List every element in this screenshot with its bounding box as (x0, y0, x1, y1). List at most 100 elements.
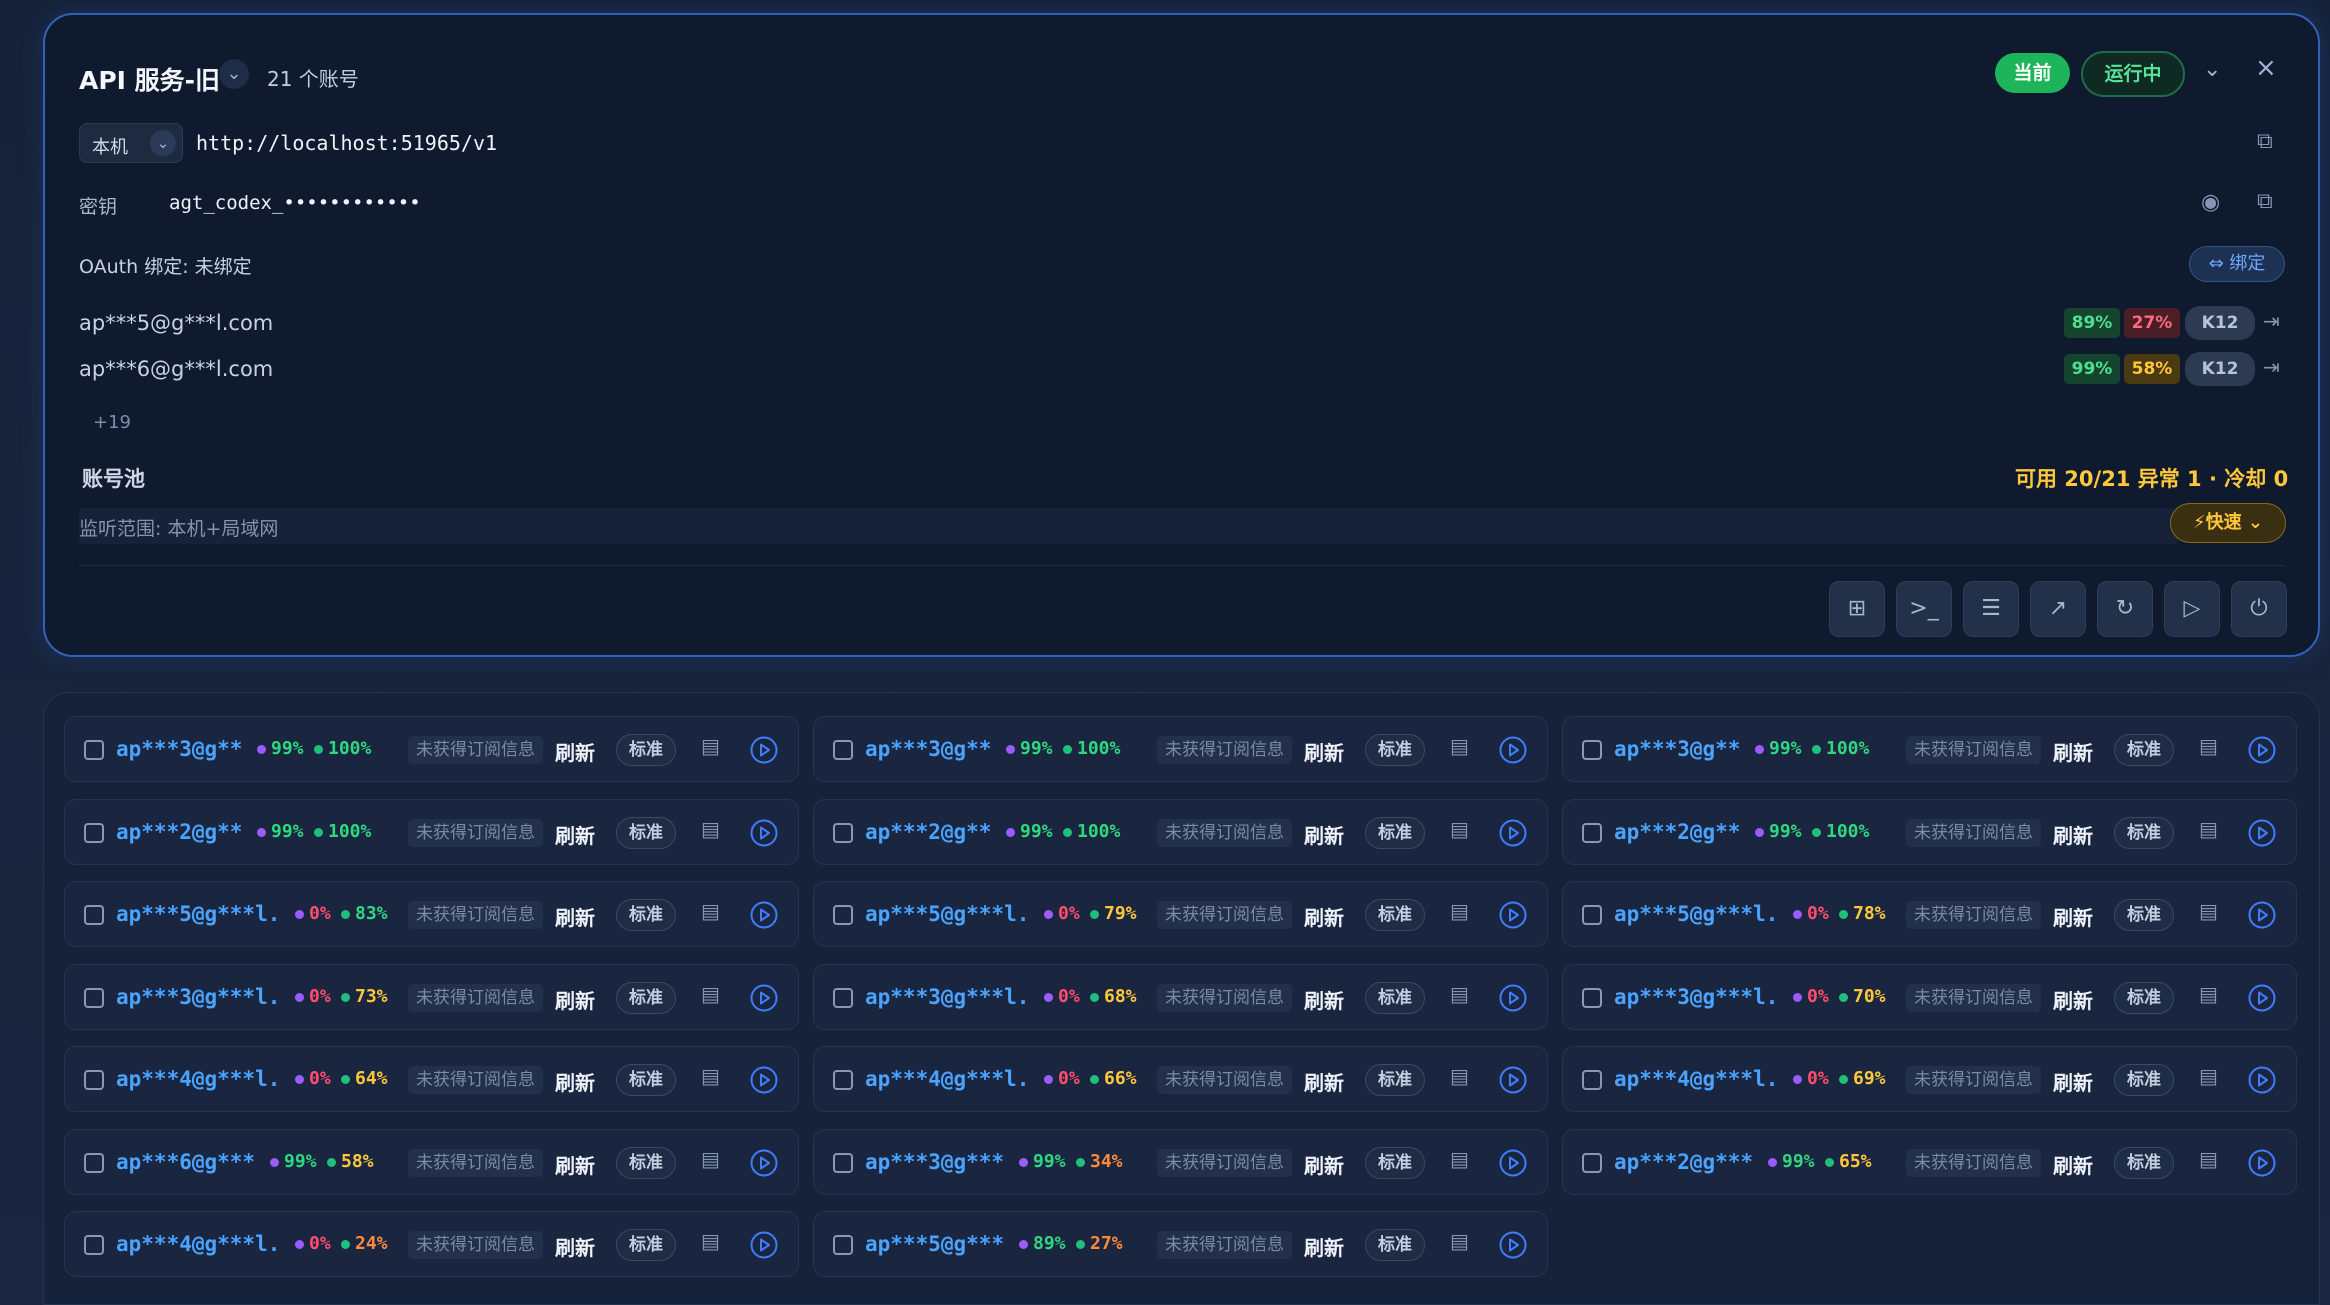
standard-button[interactable]: 标准 (616, 899, 676, 931)
document-icon[interactable]: ▤ (701, 817, 720, 841)
eye-icon[interactable]: ◉ (2201, 190, 2220, 215)
play-icon[interactable] (750, 984, 778, 1012)
select-checkbox[interactable] (1582, 987, 1602, 1008)
document-icon[interactable]: ▤ (701, 899, 720, 923)
select-checkbox[interactable] (84, 1235, 104, 1255)
account-card[interactable]: ap***3@g***l. 0% 73% 未获得订阅信息 刷新 标准 ▤ (64, 963, 799, 1030)
account-name[interactable]: ap***3@g** (116, 737, 242, 761)
play-icon[interactable] (1499, 901, 1527, 929)
play-icon[interactable] (1499, 1066, 1527, 1094)
select-checkbox[interactable] (833, 1152, 853, 1173)
account-name[interactable]: ap***4@g***l. (865, 1067, 1029, 1091)
account-name[interactable]: ap***5@g*** (865, 1232, 1004, 1256)
document-icon[interactable]: ▤ (2199, 817, 2218, 841)
play-icon[interactable] (2248, 819, 2276, 847)
logout-icon[interactable]: ⇥ (2263, 309, 2280, 333)
play-icon[interactable] (2248, 1149, 2276, 1177)
account-card[interactable]: ap***2@g*** 99% 65% 未获得订阅信息 刷新 标准 ▤ (1562, 1128, 2297, 1195)
standard-button[interactable]: 标准 (2114, 981, 2174, 1014)
database-icon[interactable]: ☰ (1963, 581, 2019, 637)
account-name[interactable]: ap***4@g***l. (1614, 1067, 1778, 1091)
document-icon[interactable]: ▤ (701, 982, 720, 1006)
select-checkbox[interactable] (84, 905, 104, 925)
fast-mode-button[interactable]: ⚡快速 ⌄ (2170, 503, 2286, 543)
copy-url-icon[interactable]: ⧉ (2257, 129, 2273, 154)
standard-button[interactable]: 标准 (616, 1229, 676, 1261)
select-checkbox[interactable] (833, 905, 853, 925)
account-name[interactable]: ap***2@g** (1614, 820, 1740, 844)
standard-button[interactable]: 标准 (2114, 1064, 2174, 1096)
refresh-button[interactable]: 刷新 (1304, 1150, 1344, 1179)
select-checkbox[interactable] (833, 740, 853, 760)
account-name[interactable]: ap***3@g***l. (116, 985, 280, 1009)
document-icon[interactable]: ▤ (1450, 1147, 1469, 1171)
collapse-chevron-icon[interactable]: ⌄ (2203, 57, 2221, 82)
document-icon[interactable]: ▤ (2199, 982, 2218, 1006)
play-icon[interactable] (750, 1231, 778, 1259)
account-name[interactable]: ap***2@g*** (1614, 1150, 1753, 1174)
standard-button[interactable]: 标准 (2114, 816, 2174, 849)
select-checkbox[interactable] (833, 1235, 853, 1255)
terminal-icon[interactable]: >_ (1896, 581, 1952, 637)
account-card[interactable]: ap***3@g** 99% 100% 未获得订阅信息 刷新 标准 ▤ (813, 716, 1548, 782)
refresh-button[interactable]: 刷新 (1304, 1067, 1344, 1096)
select-checkbox[interactable] (84, 987, 104, 1008)
account-name[interactable]: ap***2@g** (116, 820, 242, 844)
account-card[interactable]: ap***2@g** 99% 100% 未获得订阅信息 刷新 标准 ▤ (1562, 798, 2297, 865)
document-icon[interactable]: ▤ (2199, 1064, 2218, 1088)
account-card[interactable]: ap***4@g***l. 0% 24% 未获得订阅信息 刷新 标准 ▤ (64, 1211, 799, 1277)
select-checkbox[interactable] (84, 1070, 104, 1090)
select-checkbox[interactable] (1582, 905, 1602, 925)
select-checkbox[interactable] (1582, 822, 1602, 843)
standard-button[interactable]: 标准 (2114, 1146, 2174, 1179)
account-name[interactable]: ap***3@g***l. (865, 985, 1029, 1009)
select-checkbox[interactable] (1582, 1070, 1602, 1090)
account-card[interactable]: ap***4@g***l. 0% 64% 未获得订阅信息 刷新 标准 ▤ (64, 1046, 799, 1112)
account-name[interactable]: ap***5@g***l. (865, 902, 1029, 926)
account-name[interactable]: ap***5@g***l. (1614, 902, 1778, 926)
account-card[interactable]: ap***2@g** 99% 100% 未获得订阅信息 刷新 标准 ▤ (813, 798, 1548, 865)
refresh-button[interactable]: 刷新 (1304, 902, 1344, 931)
account-card[interactable]: ap***3@g***l. 0% 68% 未获得订阅信息 刷新 标准 ▤ (813, 963, 1548, 1030)
refresh-button[interactable]: 刷新 (1304, 985, 1344, 1014)
account-name[interactable]: ap***6@g*** (116, 1150, 255, 1174)
standard-button[interactable]: 标准 (1365, 899, 1425, 931)
play-icon[interactable] (2248, 984, 2276, 1012)
refresh-button[interactable]: 刷新 (555, 737, 595, 766)
document-icon[interactable]: ▤ (2199, 1147, 2218, 1171)
refresh-button[interactable]: 刷新 (2053, 902, 2093, 931)
account-name[interactable]: ap***4@g***l. (116, 1067, 280, 1091)
play-icon[interactable] (750, 819, 778, 847)
listen-scope-field[interactable]: 监听范围: 本机+局域网 (79, 508, 2179, 544)
play-icon[interactable] (750, 1149, 778, 1177)
document-icon[interactable]: ▤ (701, 734, 720, 758)
document-icon[interactable]: ▤ (701, 1229, 720, 1253)
refresh-icon[interactable]: ↻ (2097, 581, 2153, 637)
refresh-button[interactable]: 刷新 (555, 1150, 595, 1179)
account-card[interactable]: ap***3@g** 99% 100% 未获得订阅信息 刷新 标准 ▤ (64, 716, 799, 782)
account-name[interactable]: ap***3@g*** (865, 1150, 1004, 1174)
account-card[interactable]: ap***4@g***l. 0% 66% 未获得订阅信息 刷新 标准 ▤ (813, 1046, 1548, 1112)
account-card[interactable]: ap***4@g***l. 0% 69% 未获得订阅信息 刷新 标准 ▤ (1562, 1046, 2297, 1112)
account-card[interactable]: ap***3@g*** 99% 34% 未获得订阅信息 刷新 标准 ▤ (813, 1128, 1548, 1195)
refresh-button[interactable]: 刷新 (1304, 1232, 1344, 1261)
select-checkbox[interactable] (84, 822, 104, 843)
standard-button[interactable]: 标准 (616, 734, 676, 766)
account-card[interactable]: ap***5@g***l. 0% 83% 未获得订阅信息 刷新 标准 ▤ (64, 881, 799, 947)
document-icon[interactable]: ▤ (1450, 982, 1469, 1006)
account-name[interactable]: ap***4@g***l. (116, 1232, 280, 1256)
host-select[interactable]: 本机 ⌄ (79, 123, 183, 163)
standard-button[interactable]: 标准 (616, 1146, 676, 1179)
document-icon[interactable]: ▤ (1450, 899, 1469, 923)
refresh-button[interactable]: 刷新 (555, 985, 595, 1014)
play-icon[interactable] (2248, 901, 2276, 929)
select-checkbox[interactable] (1582, 740, 1602, 760)
refresh-button[interactable]: 刷新 (555, 1067, 595, 1096)
play-icon[interactable] (2248, 736, 2276, 764)
refresh-button[interactable]: 刷新 (2053, 820, 2093, 849)
account-card[interactable]: ap***2@g** 99% 100% 未获得订阅信息 刷新 标准 ▤ (64, 798, 799, 865)
account-name[interactable]: ap***2@g** (865, 820, 991, 844)
select-checkbox[interactable] (833, 1070, 853, 1090)
select-checkbox[interactable] (833, 987, 853, 1008)
document-icon[interactable]: ▤ (2199, 899, 2218, 923)
